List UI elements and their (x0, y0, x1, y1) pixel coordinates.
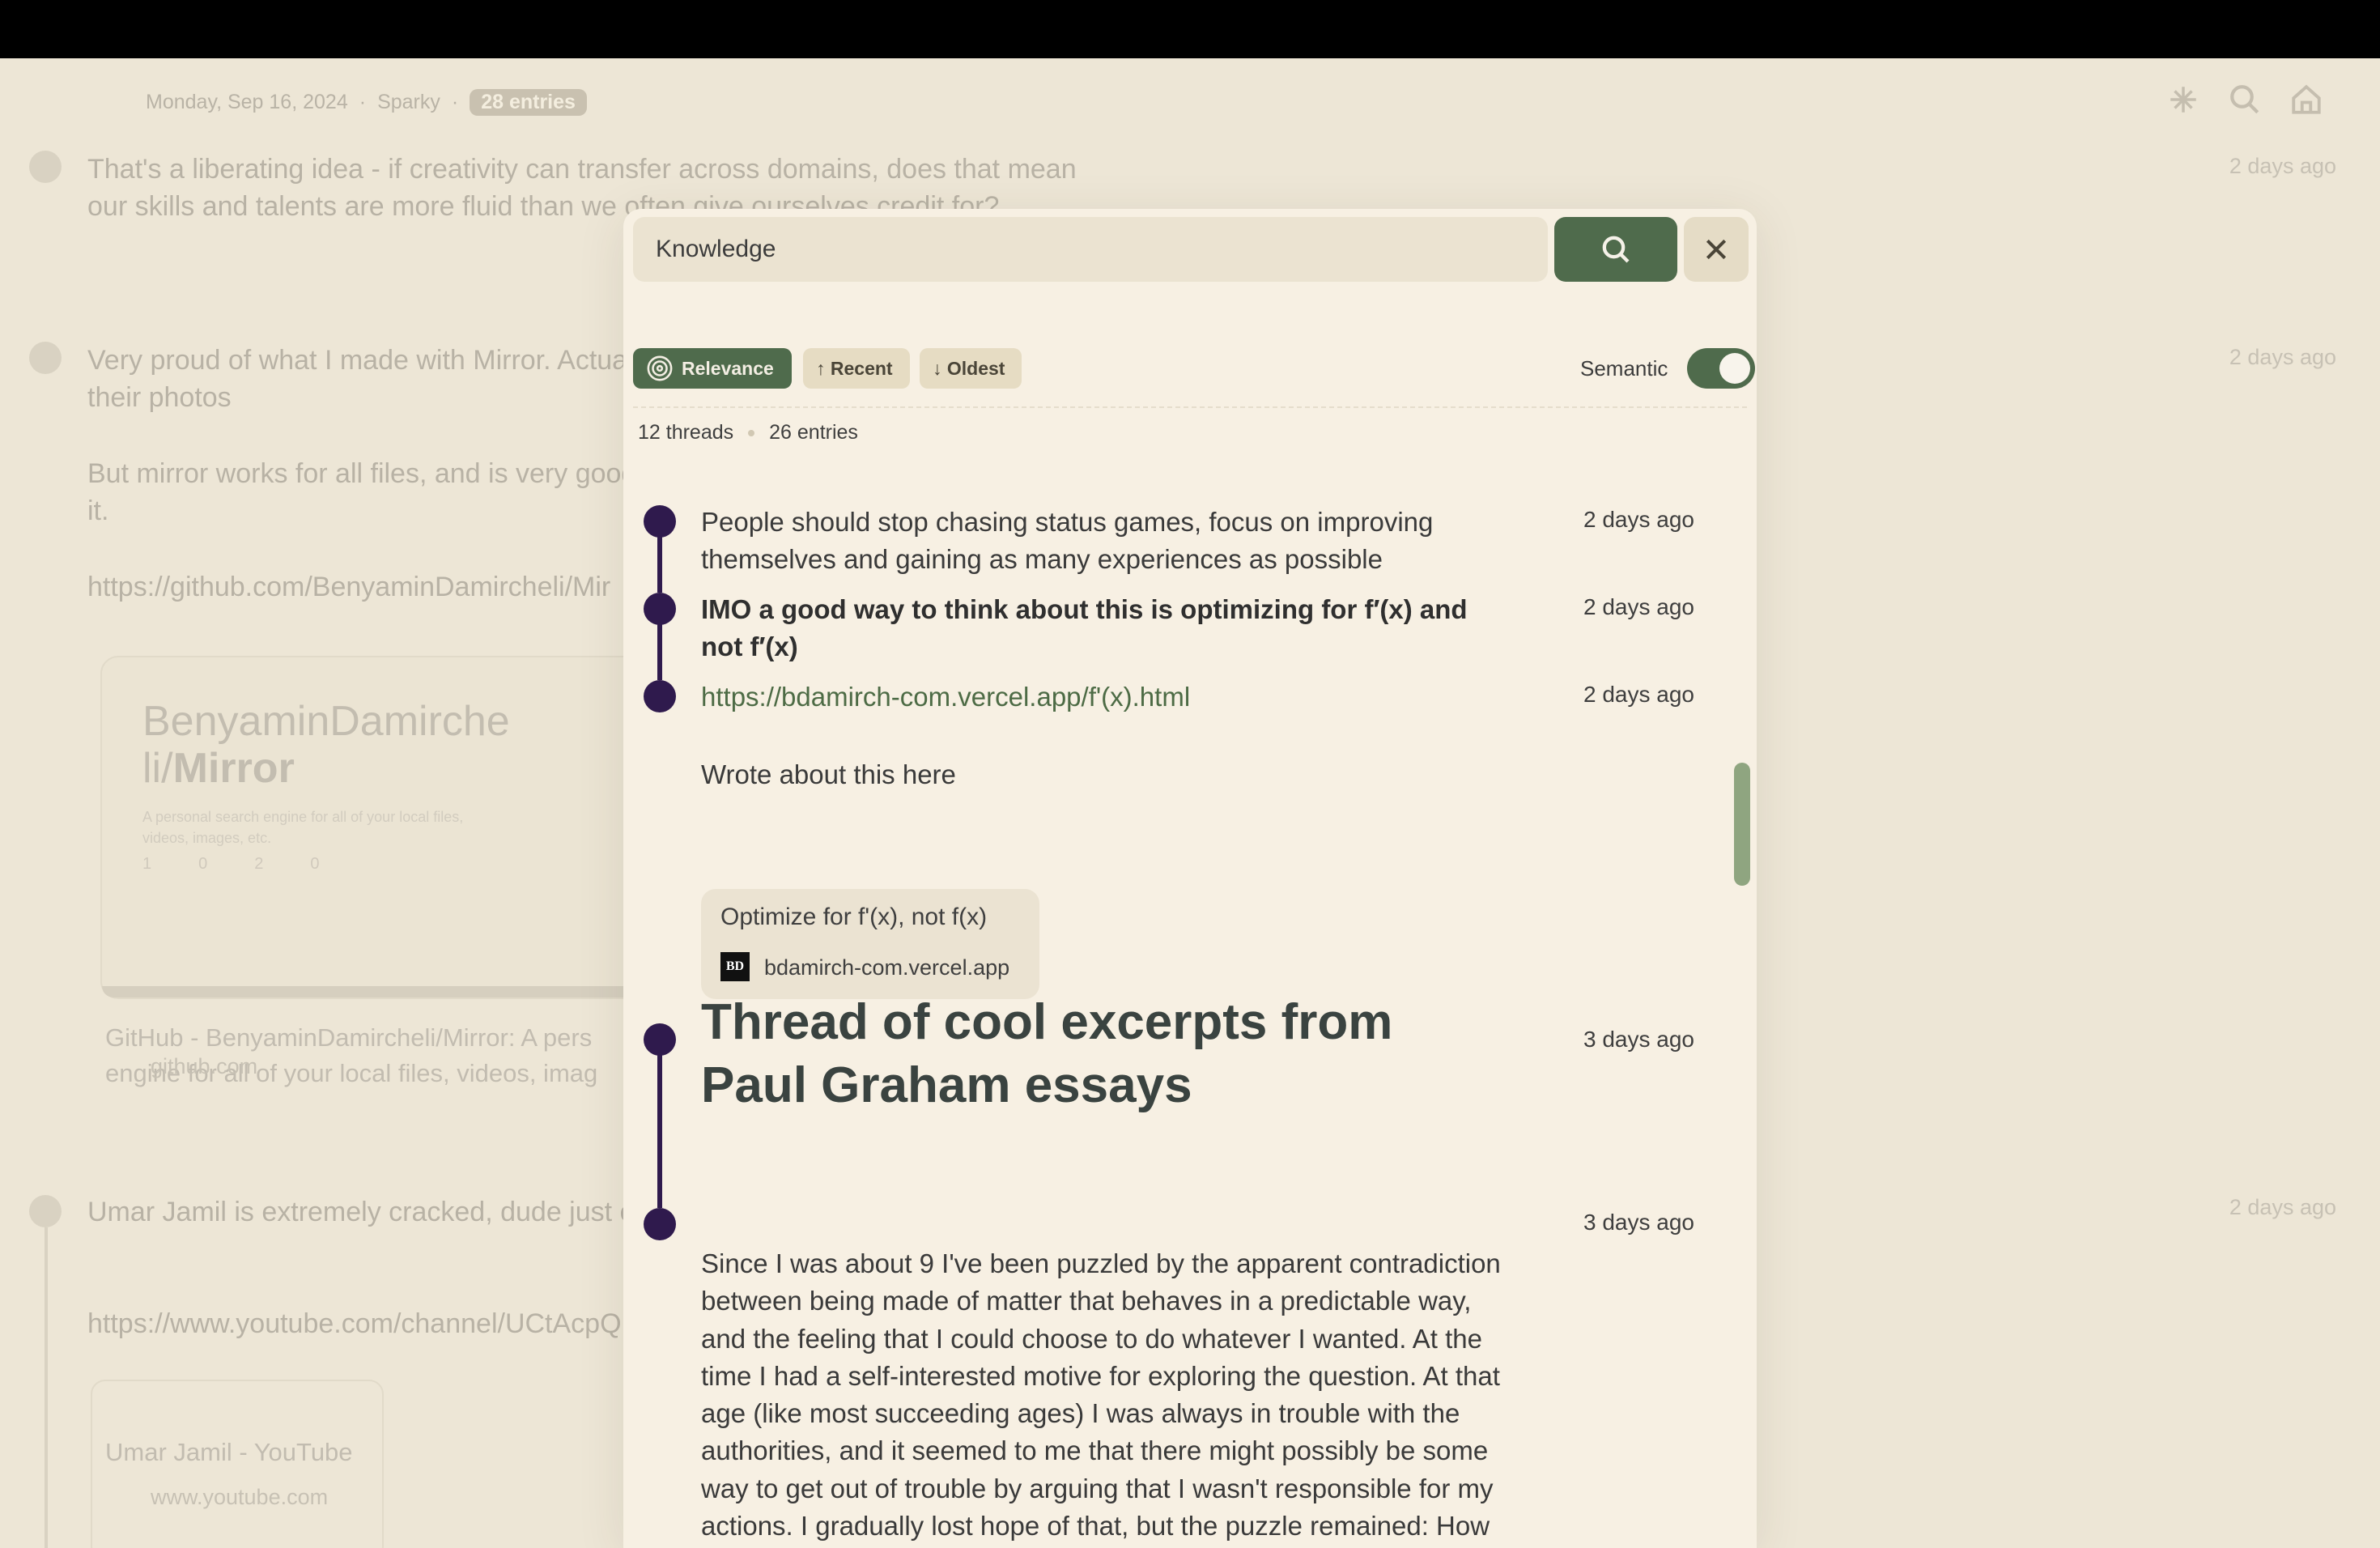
search-input[interactable] (633, 217, 1548, 282)
entries-count: 26 entries (769, 421, 858, 444)
entry-dot (29, 342, 62, 374)
entry-link[interactable]: https://bdamirch-com.vercel.app/f'(x).ht… (701, 682, 1190, 712)
favicon-icon: BD (720, 952, 750, 981)
timeline-line (657, 536, 662, 593)
bg-entry-time: 2 days ago (2229, 154, 2336, 178)
entry-time: 2 days ago (1583, 682, 1694, 707)
divider (633, 406, 1747, 408)
sort-oldest-button[interactable]: ↓ Oldest (920, 348, 1022, 389)
journal-author: Sparky (377, 91, 440, 113)
semantic-label: Semantic (1580, 356, 1668, 381)
timeline-dot (644, 505, 676, 538)
entry-text[interactable]: Since I was about 9 I've been puzzled by… (701, 1245, 1511, 1548)
repo-stats: 1020 (142, 855, 320, 873)
bg-entry-time: 2 days ago (2229, 345, 2336, 369)
target-icon (647, 355, 673, 381)
top-icons (2166, 83, 2323, 117)
repo-description: A personal search engine for all of your… (142, 809, 464, 846)
entry-dot (29, 1195, 62, 1227)
sort-recent-button[interactable]: ↑ Recent (803, 348, 910, 389)
entry-text[interactable]: IMO a good way to think about this is op… (701, 591, 1511, 666)
journal-header: Monday, Sep 16, 2024 · Sparky · 28 entri… (146, 89, 587, 116)
journal-page: Monday, Sep 16, 2024 · Sparky · 28 entri… (0, 58, 2380, 1548)
github-preview-card[interactable]: BenyaminDamirche li/Mirror A personal sea… (100, 656, 670, 999)
timeline-line (657, 1054, 662, 1208)
threads-count: 12 threads (638, 421, 734, 444)
youtube-domain: www.youtube.com (151, 1485, 329, 1509)
thread-heading[interactable]: Thread of cool excerpts from Paul Graham… (701, 991, 1511, 1117)
entry-note: Wrote about this here (701, 759, 956, 789)
entry-time: 2 days ago (1583, 594, 1694, 619)
entry-time: 2 days ago (1583, 507, 1694, 532)
entry-time: 3 days ago (1583, 1210, 1694, 1235)
link-preview-card[interactable]: Optimize for f'(x), not f(x) BD bdamirch… (701, 889, 1039, 999)
entry-time: 3 days ago (1583, 1027, 1694, 1052)
sort-controls: Relevance ↑ Recent ↓ Oldest Semantic (633, 348, 1755, 390)
preview-domain: bdamirch-com.vercel.app (764, 955, 1010, 980)
timeline-dot (644, 680, 676, 712)
semantic-toggle[interactable] (1687, 348, 1755, 389)
entry-dot (29, 151, 62, 183)
entries-count-badge: 28 entries (470, 89, 587, 116)
search-bar (633, 217, 1749, 282)
scrollbar-thumb[interactable] (1734, 763, 1750, 886)
thread-line (45, 1227, 48, 1548)
journal-date: Monday, Sep 16, 2024 (146, 91, 348, 113)
timeline-dot (644, 593, 676, 625)
search-icon[interactable] (2228, 83, 2262, 117)
sort-relevance-button[interactable]: Relevance (633, 348, 792, 389)
close-icon (1706, 239, 1727, 260)
timeline-dot (644, 1023, 676, 1056)
youtube-title: Umar Jamil - YouTube (105, 1438, 353, 1466)
close-button[interactable] (1684, 217, 1749, 282)
home-icon[interactable] (2289, 83, 2323, 117)
search-button[interactable] (1554, 217, 1677, 282)
entry-text[interactable]: People should stop chasing status games,… (701, 504, 1511, 578)
preview-title: Optimize for f'(x), not f(x) (720, 904, 988, 930)
timeline-line (657, 623, 662, 680)
github-domain: github.com (151, 1054, 258, 1078)
search-icon (1602, 236, 1630, 263)
search-modal: Relevance ↑ Recent ↓ Oldest Semantic 12 … (623, 209, 1757, 1548)
bg-entry-time: 2 days ago (2229, 1195, 2336, 1219)
timeline-dot (644, 1208, 676, 1240)
sparkle-icon[interactable] (2166, 83, 2200, 117)
result-counts: 12 threads 26 entries (638, 421, 858, 444)
